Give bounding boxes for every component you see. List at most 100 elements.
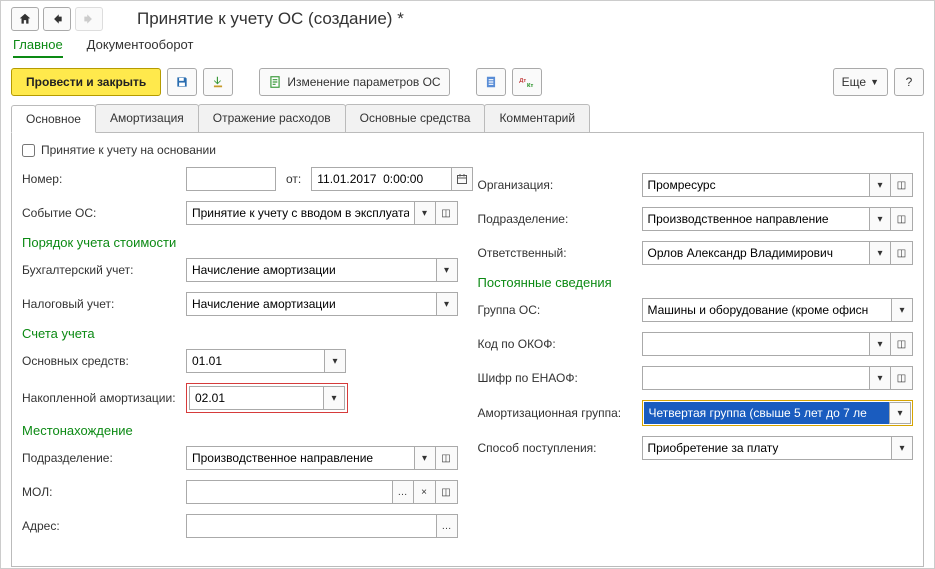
home-icon: [18, 12, 32, 26]
post-and-close-button[interactable]: Провести и закрыть: [11, 68, 161, 96]
accum-depr-dropdown[interactable]: ▾: [323, 386, 345, 410]
chevron-down-icon: ▾: [899, 443, 904, 454]
tax-accounting-label: Налоговый учет:: [22, 297, 182, 311]
mol-input[interactable]: [186, 480, 392, 504]
mol-open[interactable]: ◫: [436, 480, 458, 504]
more-label: Еще: [842, 75, 866, 89]
chevron-down-icon: ▾: [444, 265, 449, 276]
tab-depreciation[interactable]: Амортизация: [95, 104, 199, 132]
acc-accounting-input[interactable]: [186, 258, 436, 282]
right-subdivision-open[interactable]: ◫: [891, 207, 913, 231]
left-subdivision-open[interactable]: ◫: [436, 446, 458, 470]
section-cost: Порядок учета стоимости: [22, 235, 458, 250]
left-subdivision-dropdown[interactable]: ▾: [414, 446, 436, 470]
amort-group-dropdown[interactable]: ▾: [889, 402, 911, 424]
acq-method-input[interactable]: [642, 436, 892, 460]
okof-input[interactable]: [642, 332, 870, 356]
save-button[interactable]: [167, 68, 197, 96]
change-params-label: Изменение параметров ОС: [287, 75, 440, 89]
based-on-checkbox[interactable]: [22, 144, 35, 157]
responsible-open[interactable]: ◫: [891, 241, 913, 265]
mol-clear[interactable]: ×: [414, 480, 436, 504]
right-subdivision-input[interactable]: [642, 207, 870, 231]
organization-input[interactable]: [642, 173, 870, 197]
arrow-right-icon: [82, 12, 96, 26]
event-os-dropdown[interactable]: ▾: [414, 201, 436, 225]
report-button[interactable]: [476, 68, 506, 96]
amort-group-label: Амортизационная группа:: [478, 406, 638, 420]
calendar-button[interactable]: [451, 167, 473, 191]
open-icon: ◫: [441, 453, 450, 464]
more-button[interactable]: Еще ▼: [833, 68, 888, 96]
nav-tab-main[interactable]: Главное: [13, 37, 63, 58]
nav-tab-docflow[interactable]: Документооборот: [87, 37, 194, 58]
acq-method-label: Способ поступления:: [478, 441, 638, 455]
home-button[interactable]: [11, 7, 39, 31]
forward-button: [75, 7, 103, 31]
date-input[interactable]: [311, 167, 451, 191]
chevron-down-icon: ▼: [870, 77, 879, 87]
chevron-down-icon: ▾: [877, 180, 882, 191]
right-subdivision-dropdown[interactable]: ▾: [869, 207, 891, 231]
ellipsis-icon: …: [442, 521, 452, 532]
enaof-input[interactable]: [642, 366, 870, 390]
tab-main[interactable]: Основное: [11, 105, 96, 133]
chevron-down-icon: ▾: [444, 299, 449, 310]
open-icon: ◫: [897, 214, 906, 225]
address-ellipsis[interactable]: …: [436, 514, 458, 538]
enaof-dropdown[interactable]: ▾: [869, 366, 891, 390]
chevron-down-icon: ▾: [897, 408, 902, 419]
post-button[interactable]: [203, 68, 233, 96]
calendar-icon: [456, 173, 468, 185]
event-os-open[interactable]: ◫: [436, 201, 458, 225]
group-os-input[interactable]: [642, 298, 892, 322]
open-icon: ◫: [441, 487, 450, 498]
organization-open[interactable]: ◫: [891, 173, 913, 197]
back-button[interactable]: [43, 7, 71, 31]
tax-accounting-dropdown[interactable]: ▾: [436, 292, 458, 316]
fixed-assets-acc-input[interactable]: [186, 349, 324, 373]
from-label: от:: [286, 172, 301, 186]
based-on-label: Принятие к учету на основании: [41, 143, 216, 157]
right-column: Организация: ▾ ◫ Подразделение: ▾ ◫ Отве…: [478, 143, 914, 548]
clear-icon: ×: [421, 487, 427, 498]
enaof-open[interactable]: ◫: [891, 366, 913, 390]
left-subdivision-input[interactable]: [186, 446, 414, 470]
acq-method-dropdown[interactable]: ▾: [891, 436, 913, 460]
open-icon: ◫: [441, 208, 450, 219]
organization-dropdown[interactable]: ▾: [869, 173, 891, 197]
ellipsis-icon: …: [398, 487, 408, 498]
change-params-button[interactable]: Изменение параметров ОС: [259, 68, 449, 96]
left-column: Принятие к учету на основании Номер: от:…: [22, 143, 458, 548]
help-button[interactable]: ?: [894, 68, 924, 96]
acc-accounting-dropdown[interactable]: ▾: [436, 258, 458, 282]
chevron-down-icon: ▾: [877, 248, 882, 259]
mol-ellipsis[interactable]: …: [392, 480, 414, 504]
open-icon: ◫: [897, 339, 906, 350]
accum-depr-input[interactable]: [189, 386, 323, 410]
form-body: Принятие к учету на основании Номер: от:…: [11, 133, 924, 567]
chevron-down-icon: ▾: [422, 208, 427, 219]
okof-open[interactable]: ◫: [891, 332, 913, 356]
responsible-dropdown[interactable]: ▾: [869, 241, 891, 265]
group-os-dropdown[interactable]: ▾: [891, 298, 913, 322]
responsible-input[interactable]: [642, 241, 870, 265]
amort-group-input[interactable]: Четвертая группа (свыше 5 лет до 7 ле: [644, 402, 890, 424]
open-icon: ◫: [897, 180, 906, 191]
event-os-label: Событие ОС:: [22, 206, 182, 220]
chevron-down-icon: ▾: [332, 356, 337, 367]
address-input[interactable]: [186, 514, 436, 538]
section-location: Местонахождение: [22, 423, 458, 438]
okof-dropdown[interactable]: ▾: [869, 332, 891, 356]
fixed-assets-acc-dropdown[interactable]: ▾: [324, 349, 346, 373]
tab-fixed-assets[interactable]: Основные средства: [345, 104, 486, 132]
tax-accounting-input[interactable]: [186, 292, 436, 316]
chevron-down-icon: ▾: [877, 373, 882, 384]
event-os-input[interactable]: [186, 201, 414, 225]
accum-depr-label: Накопленной амортизации:: [22, 391, 182, 405]
dtkt-button[interactable]: Дт Кт: [512, 68, 542, 96]
group-os-label: Группа ОС:: [478, 303, 638, 317]
number-input[interactable]: [186, 167, 276, 191]
tab-expenses[interactable]: Отражение расходов: [198, 104, 346, 132]
tab-comment[interactable]: Комментарий: [484, 104, 590, 132]
